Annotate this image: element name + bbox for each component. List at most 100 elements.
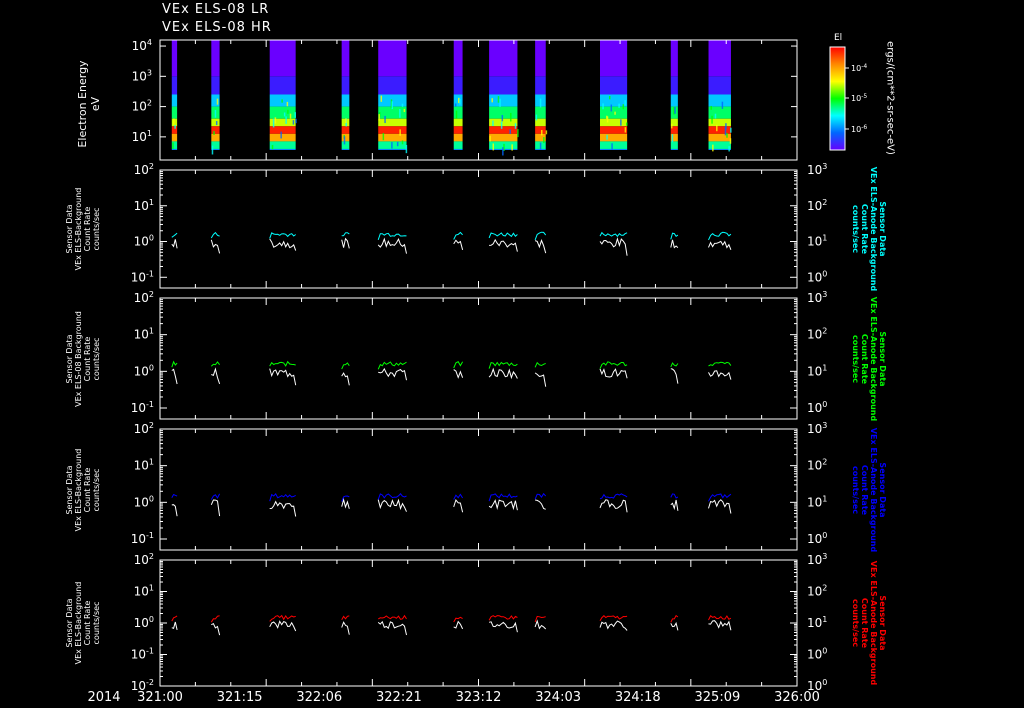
spectrogram-band — [535, 126, 546, 134]
panel-frame — [159, 559, 798, 687]
spectrogram-ytick-label: 103 — [132, 68, 152, 83]
spectrogram-band — [378, 118, 407, 127]
panel-right-tick-label: 101 — [807, 234, 827, 249]
spectrogram-texture — [380, 95, 383, 102]
series-line-colored — [534, 231, 547, 241]
spectrogram-texture — [391, 101, 394, 110]
series-line-colored — [670, 493, 679, 499]
panel-right-tick-label: 103 — [807, 421, 827, 436]
spectrogram-texture — [614, 111, 616, 115]
series-line-white — [708, 620, 732, 631]
spectrogram-texture — [455, 110, 458, 119]
spectrogram-texture — [510, 112, 512, 122]
spectrogram-band — [708, 141, 731, 149]
x-tick-label: 322:06 — [296, 690, 342, 705]
spectrogram-band — [535, 76, 546, 95]
spectrogram-texture — [730, 127, 732, 133]
spectrogram-texture — [454, 103, 457, 107]
series-line-colored — [534, 361, 546, 368]
spectrogram-texture — [710, 105, 712, 110]
panel-right-tick-label: 100 — [807, 269, 827, 284]
spectrogram-texture — [399, 109, 401, 118]
spectrogram-texture — [280, 131, 282, 139]
series-line-colored — [341, 362, 350, 370]
series-line-white — [269, 500, 297, 517]
spectrogram-segment — [378, 40, 408, 154]
series-line-colored — [377, 232, 407, 241]
series-line-white — [378, 367, 407, 381]
spectrogram-texture — [497, 96, 500, 103]
spectrogram-texture — [606, 115, 608, 119]
series-line-white — [488, 621, 518, 633]
series-line-white — [341, 237, 350, 249]
x-tick-label: 324:18 — [615, 690, 661, 705]
spectrogram-texture — [539, 142, 542, 150]
series-line-colored — [453, 361, 464, 369]
series-line-colored — [488, 361, 518, 369]
spectrogram-texture — [489, 135, 491, 142]
spectrogram-band — [453, 40, 463, 77]
spectrogram-texture — [543, 137, 545, 144]
panel-right-tick-label: 103 — [807, 552, 827, 567]
spectrogram-texture — [541, 130, 543, 136]
series-line-colored — [269, 360, 296, 367]
spectrogram-texture — [271, 144, 274, 150]
spectrogram-texture — [172, 142, 174, 149]
series-line-white — [670, 499, 679, 511]
series-line-white — [670, 621, 679, 631]
series-line-colored — [453, 493, 464, 500]
panel-frame — [159, 297, 798, 420]
series-line-white — [171, 621, 178, 631]
series-line-colored — [269, 493, 296, 502]
spectrogram-band — [489, 40, 518, 77]
spectrogram-band — [171, 106, 178, 119]
spectrogram-band — [171, 40, 178, 77]
spectrogram-band — [708, 148, 731, 150]
x-tick-label: 324:03 — [535, 690, 581, 705]
spectrogram-band — [453, 126, 463, 134]
series-line-colored — [269, 614, 296, 622]
spectrogram-band — [535, 40, 546, 77]
spectrogram-texture — [459, 99, 461, 105]
series-line-colored — [599, 361, 628, 369]
spectrogram-texture — [721, 101, 724, 109]
series-line-white — [534, 372, 547, 387]
series-line-white — [171, 504, 178, 517]
spectrogram-texture — [403, 108, 406, 113]
series-line-white — [708, 240, 732, 250]
series-line-colored — [708, 231, 732, 241]
series-line-white — [269, 238, 297, 251]
colorbar-tick-label: 10-5 — [851, 93, 867, 103]
spectrogram-band — [211, 76, 220, 95]
panel-right-tick-label: 100 — [807, 400, 827, 415]
spectrogram-band — [341, 40, 350, 77]
spectrogram-band — [453, 118, 463, 127]
series-line-colored — [377, 361, 407, 370]
spectrogram-band — [489, 133, 518, 142]
spectrogram-texture — [539, 98, 542, 108]
series-line-white — [453, 620, 464, 630]
spectrogram-segment — [341, 40, 350, 150]
spectrogram-band — [211, 118, 220, 127]
spectrogram-texture — [396, 141, 399, 147]
series-line-white — [489, 238, 518, 252]
spectrogram-texture — [294, 112, 296, 118]
series-line-colored — [377, 614, 407, 620]
spectrogram-texture — [714, 113, 717, 119]
series-line-white — [708, 370, 732, 380]
series-line-white — [341, 497, 350, 509]
series-line-white — [670, 239, 679, 249]
series-line-white — [670, 368, 679, 384]
panel-right-tick-label: 102 — [807, 458, 827, 473]
spectrogram-texture — [215, 121, 218, 126]
spectrogram-band — [171, 76, 178, 95]
spectrogram-texture — [285, 116, 287, 124]
panel-left-tick-label: 101 — [134, 198, 154, 213]
spectrogram-texture — [602, 103, 604, 110]
series-line-colored — [599, 615, 628, 621]
series-line-white — [453, 498, 464, 513]
spectrogram-band — [269, 106, 296, 119]
spectrogram-band — [600, 126, 628, 134]
spectrogram-texture — [728, 146, 730, 152]
series-line-colored — [488, 232, 518, 239]
